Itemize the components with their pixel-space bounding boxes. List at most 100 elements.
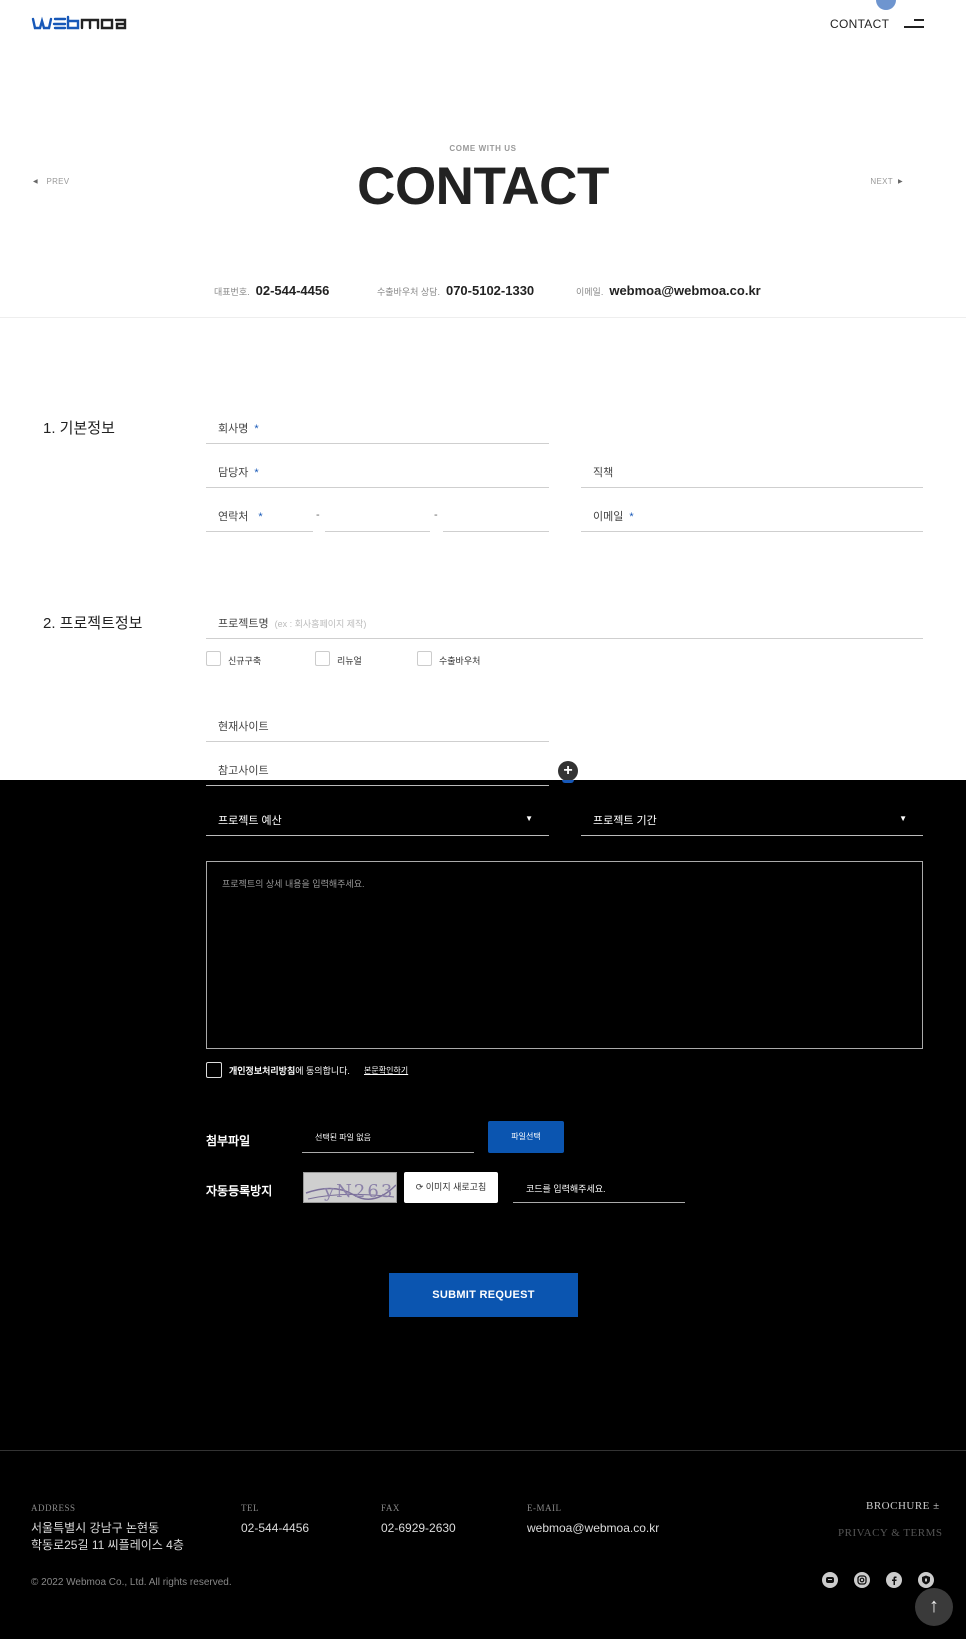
- position-field[interactable]: 직책: [581, 454, 923, 488]
- required-mark: *: [258, 511, 263, 523]
- info-label: 대표번호.: [214, 287, 250, 297]
- project-name-field[interactable]: 프로젝트명 (ex : 회사홈페이지 제작): [206, 605, 923, 639]
- email-label: 이메일: [593, 511, 624, 523]
- facebook-icon[interactable]: [886, 1572, 902, 1588]
- reference-site-field[interactable]: 참고사이트: [206, 752, 549, 786]
- budget-label: 프로젝트 예산: [218, 815, 282, 827]
- company-field[interactable]: 회사명 *: [206, 410, 549, 444]
- instagram-icon[interactable]: [854, 1572, 870, 1588]
- captcha-code: yN263: [323, 1181, 394, 1202]
- checkbox-new-build[interactable]: [206, 651, 221, 666]
- attachment-field[interactable]: 선택된 파일 없음: [302, 1122, 474, 1153]
- info-label: 이메일.: [576, 287, 604, 297]
- address-line: 학동로25길 11 씨플레이스 4층: [31, 1538, 184, 1552]
- required-mark: *: [629, 511, 634, 523]
- agree-suffix: 에 동의합니다.: [295, 1066, 350, 1076]
- checkbox-label: 수출바우처: [439, 656, 481, 666]
- add-reference-site-button[interactable]: +: [558, 761, 578, 783]
- required-mark: *: [254, 423, 259, 435]
- textarea-placeholder: 프로젝트의 상세 내용을 입력해주세요.: [222, 879, 365, 889]
- phone-dash: -: [434, 509, 438, 521]
- phone-label: 연락처: [218, 511, 249, 523]
- captcha-code-input[interactable]: 코드를 입력해주세요.: [513, 1172, 685, 1203]
- refresh-captcha-button[interactable]: ⟳ 이미지 새로고침: [404, 1172, 498, 1203]
- privacy-policy-name: 개인정보처리방침: [229, 1066, 296, 1076]
- section-title-basic: 1. 기본정보: [43, 420, 115, 437]
- email-field[interactable]: 이메일 *: [581, 498, 923, 532]
- submit-request-button[interactable]: SUBMIT REQUEST: [389, 1273, 578, 1317]
- footer-email[interactable]: webmoa@webmoa.co.kr: [527, 1520, 659, 1537]
- attachment-filename: 선택된 파일 없음: [315, 1133, 371, 1142]
- contact-info-row: 대표번호. 02-544-4456 수출바우처 상담. 070-5102-1330 …: [0, 282, 966, 302]
- cursor-dot: [876, 0, 896, 10]
- period-select[interactable]: 프로젝트 기간 ▼: [581, 802, 923, 836]
- company-label: 회사명: [218, 423, 249, 435]
- info-voucher-phone: 수출바우처 상담. 070-5102-1330: [377, 282, 534, 300]
- footer-address-label: ADDRESS: [31, 1503, 76, 1513]
- caret-down-icon: ▼: [899, 814, 907, 823]
- hero-eyebrow: COME WITH US: [449, 144, 517, 153]
- privacy-agree-checkbox[interactable]: [206, 1062, 222, 1078]
- captcha-code-placeholder: 코드를 입력해주세요.: [526, 1184, 606, 1194]
- checkbox-label: 신규구축: [228, 656, 262, 666]
- address-line: 서울특별시 강남구 논현동: [31, 1521, 160, 1535]
- captcha-label: 자동등록방지: [206, 1184, 273, 1198]
- footer-address: 서울특별시 강남구 논현동 학동로25길 11 씨플레이스 4층: [31, 1520, 184, 1554]
- project-name-label: 프로젝트명: [218, 618, 269, 630]
- info-value[interactable]: webmoa@webmoa.co.kr: [609, 283, 760, 298]
- nav-contact-link[interactable]: CONTACT: [830, 17, 889, 31]
- position-label: 직책: [593, 467, 614, 479]
- next-label: NEXT: [870, 177, 893, 186]
- page-title: CONTACT: [357, 157, 609, 216]
- checkbox-export-voucher[interactable]: [417, 651, 432, 666]
- footer-fax-label: FAX: [381, 1503, 400, 1513]
- hamburger-menu-icon[interactable]: [902, 16, 924, 30]
- footer-divider: [0, 1450, 966, 1451]
- copyright: © 2022 Webmoa Co., Ltd. All rights reser…: [31, 1577, 232, 1588]
- brochure-download-link[interactable]: BROCHURE ±: [866, 1500, 940, 1512]
- project-detail-textarea[interactable]: 프로젝트의 상세 내용을 입력해주세요.: [206, 861, 923, 1049]
- footer-tel-label: TEL: [241, 1503, 259, 1513]
- manager-label: 담당자: [218, 467, 249, 479]
- choose-file-button[interactable]: 파일선택: [488, 1121, 564, 1153]
- current-site-field[interactable]: 현재사이트: [206, 708, 549, 742]
- info-main-phone: 대표번호. 02-544-4456: [214, 282, 329, 300]
- section-title-project: 2. 프로젝트정보: [43, 615, 143, 632]
- phone-field-2[interactable]: [325, 498, 430, 532]
- prev-link[interactable]: ◀ PREV: [33, 177, 69, 186]
- attachment-label: 첨부파일: [206, 1134, 251, 1148]
- reference-site-label: 참고사이트: [218, 765, 269, 777]
- shield-icon[interactable]: [918, 1572, 934, 1588]
- budget-select[interactable]: 프로젝트 예산 ▼: [206, 802, 549, 836]
- prev-label: PREV: [46, 177, 70, 186]
- next-link[interactable]: NEXT ▶: [870, 177, 903, 186]
- project-name-placeholder: (ex : 회사홈페이지 제작): [274, 619, 367, 629]
- manager-field[interactable]: 담당자 *: [206, 454, 549, 488]
- captcha-image: yN263: [303, 1172, 397, 1203]
- checkbox-label: 리뉴얼: [337, 656, 362, 666]
- checkbox-renewal[interactable]: [315, 651, 330, 666]
- plus-icon: +: [563, 762, 573, 779]
- footer-tel[interactable]: 02-544-4456: [241, 1520, 309, 1537]
- site-header: CONTACT: [0, 0, 966, 48]
- caret-down-icon: ▼: [525, 814, 533, 823]
- info-value: 02-544-4456: [255, 283, 330, 298]
- footer-fax: 02-6929-2630: [381, 1521, 456, 1535]
- phone-field-3[interactable]: [443, 498, 549, 532]
- info-value: 070-5102-1330: [445, 283, 535, 298]
- privacy-agree-text: 개인정보처리방침에 동의합니다.: [229, 1064, 350, 1077]
- chevron-left-icon: ◀: [33, 179, 38, 185]
- scroll-to-top-button[interactable]: ↑: [915, 1588, 953, 1626]
- view-policy-link[interactable]: 본문확인하기: [364, 1065, 408, 1076]
- footer-email-label: E-MAIL: [527, 1503, 562, 1513]
- required-mark: *: [254, 467, 259, 479]
- info-email: 이메일. webmoa@webmoa.co.kr: [576, 282, 761, 300]
- blog-icon[interactable]: [822, 1572, 838, 1588]
- privacy-terms-link[interactable]: PRIVACY & TERMS: [838, 1527, 943, 1539]
- current-site-label: 현재사이트: [218, 721, 269, 733]
- phone-field-1[interactable]: 연락처 *: [206, 498, 313, 532]
- phone-dash: -: [316, 509, 320, 521]
- divider: [0, 317, 966, 318]
- webmoa-logo[interactable]: [31, 15, 147, 31]
- info-label: 수출바우처 상담.: [377, 287, 440, 297]
